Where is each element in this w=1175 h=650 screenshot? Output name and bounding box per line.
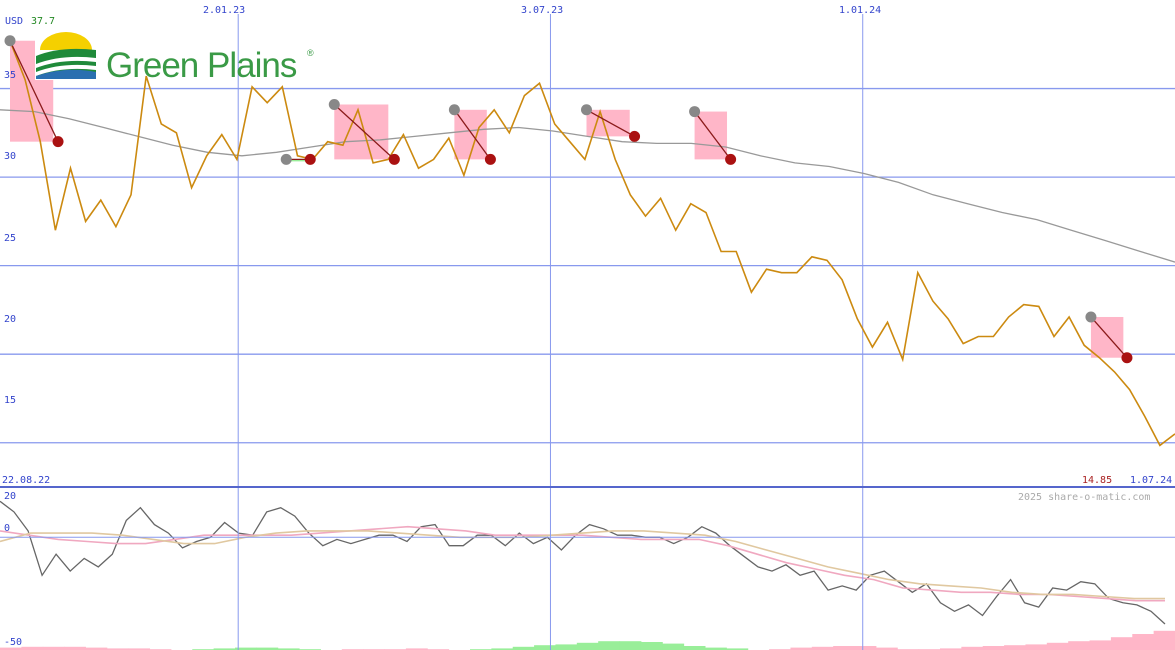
osc-y-tick-label: 20 <box>4 491 16 502</box>
signal-entry-point <box>580 104 592 116</box>
signal-entry-point <box>1085 311 1097 323</box>
histogram-bar <box>1025 644 1048 650</box>
signal-exit-point <box>484 153 496 165</box>
histogram-bar <box>598 641 621 650</box>
histogram-bar <box>640 642 663 650</box>
histogram-bar <box>683 646 706 650</box>
osc-y-tick-label: 0 <box>4 523 10 534</box>
copyright-label: 2025 share-o-matic.com <box>1018 492 1150 503</box>
y-tick-label: 20 <box>4 314 16 325</box>
y-tick-label: 35 <box>4 70 16 81</box>
histogram-bar <box>982 646 1005 650</box>
histogram-bar <box>619 641 642 650</box>
histogram-bar <box>1110 637 1133 650</box>
histogram-bar <box>1132 634 1155 650</box>
histogram-bar <box>662 643 685 650</box>
histogram-bar <box>833 646 856 650</box>
oscillator-line-signal-slow <box>0 530 1165 600</box>
histogram-bar <box>854 646 877 650</box>
stock-chart: Green Plains ® USD 37.7 22.08.22 14.85 1… <box>0 5 1175 650</box>
end-date-label: 1.07.24 <box>1130 475 1172 486</box>
end-value-label: 14.85 <box>1082 475 1112 486</box>
signal-exit-point <box>52 136 64 148</box>
currency-label: USD <box>5 16 23 27</box>
histogram-bar <box>555 644 578 650</box>
logo-registered-mark: ® <box>307 48 314 58</box>
histogram-bar <box>576 642 599 650</box>
histogram-bar <box>1046 642 1069 650</box>
signal-entry-point <box>689 106 701 118</box>
oscillator-line-oscillator <box>0 500 1166 625</box>
osc-y-tick-label: -50 <box>4 637 22 648</box>
y-tick-label: 15 <box>4 395 16 406</box>
company-logo: Green Plains ® <box>35 32 314 85</box>
signal-entry-point <box>4 35 16 47</box>
signal-exit-point <box>725 153 737 165</box>
price-lines <box>0 40 1175 447</box>
histogram-bar <box>1004 645 1026 650</box>
y-tick-label: 25 <box>4 233 16 244</box>
histogram-bar <box>1068 641 1091 650</box>
signal-exit-point <box>304 153 316 165</box>
signal-exit-point <box>388 153 400 165</box>
x-tick-label: 1.01.24 <box>839 5 881 16</box>
logo-wordmark: Green Plains <box>106 46 297 85</box>
start-date-label: 22.08.22 <box>2 475 50 486</box>
signal-exit-point <box>629 130 641 142</box>
oscillator-panel <box>0 500 1175 650</box>
histogram-bar <box>1153 630 1175 650</box>
signal-entry-point <box>328 98 340 110</box>
histogram-bar <box>534 645 556 650</box>
histogram-bar <box>1089 640 1112 650</box>
x-tick-label: 2.01.23 <box>203 5 245 16</box>
x-tick-label: 3.07.23 <box>521 5 563 16</box>
signal-exit-point <box>1121 352 1133 364</box>
signal-entry-point <box>280 153 292 165</box>
signal-entry-point <box>448 104 460 116</box>
last-value-label: 37.7 <box>31 16 55 27</box>
price-line <box>9 40 1175 447</box>
y-tick-label: 30 <box>4 151 16 162</box>
